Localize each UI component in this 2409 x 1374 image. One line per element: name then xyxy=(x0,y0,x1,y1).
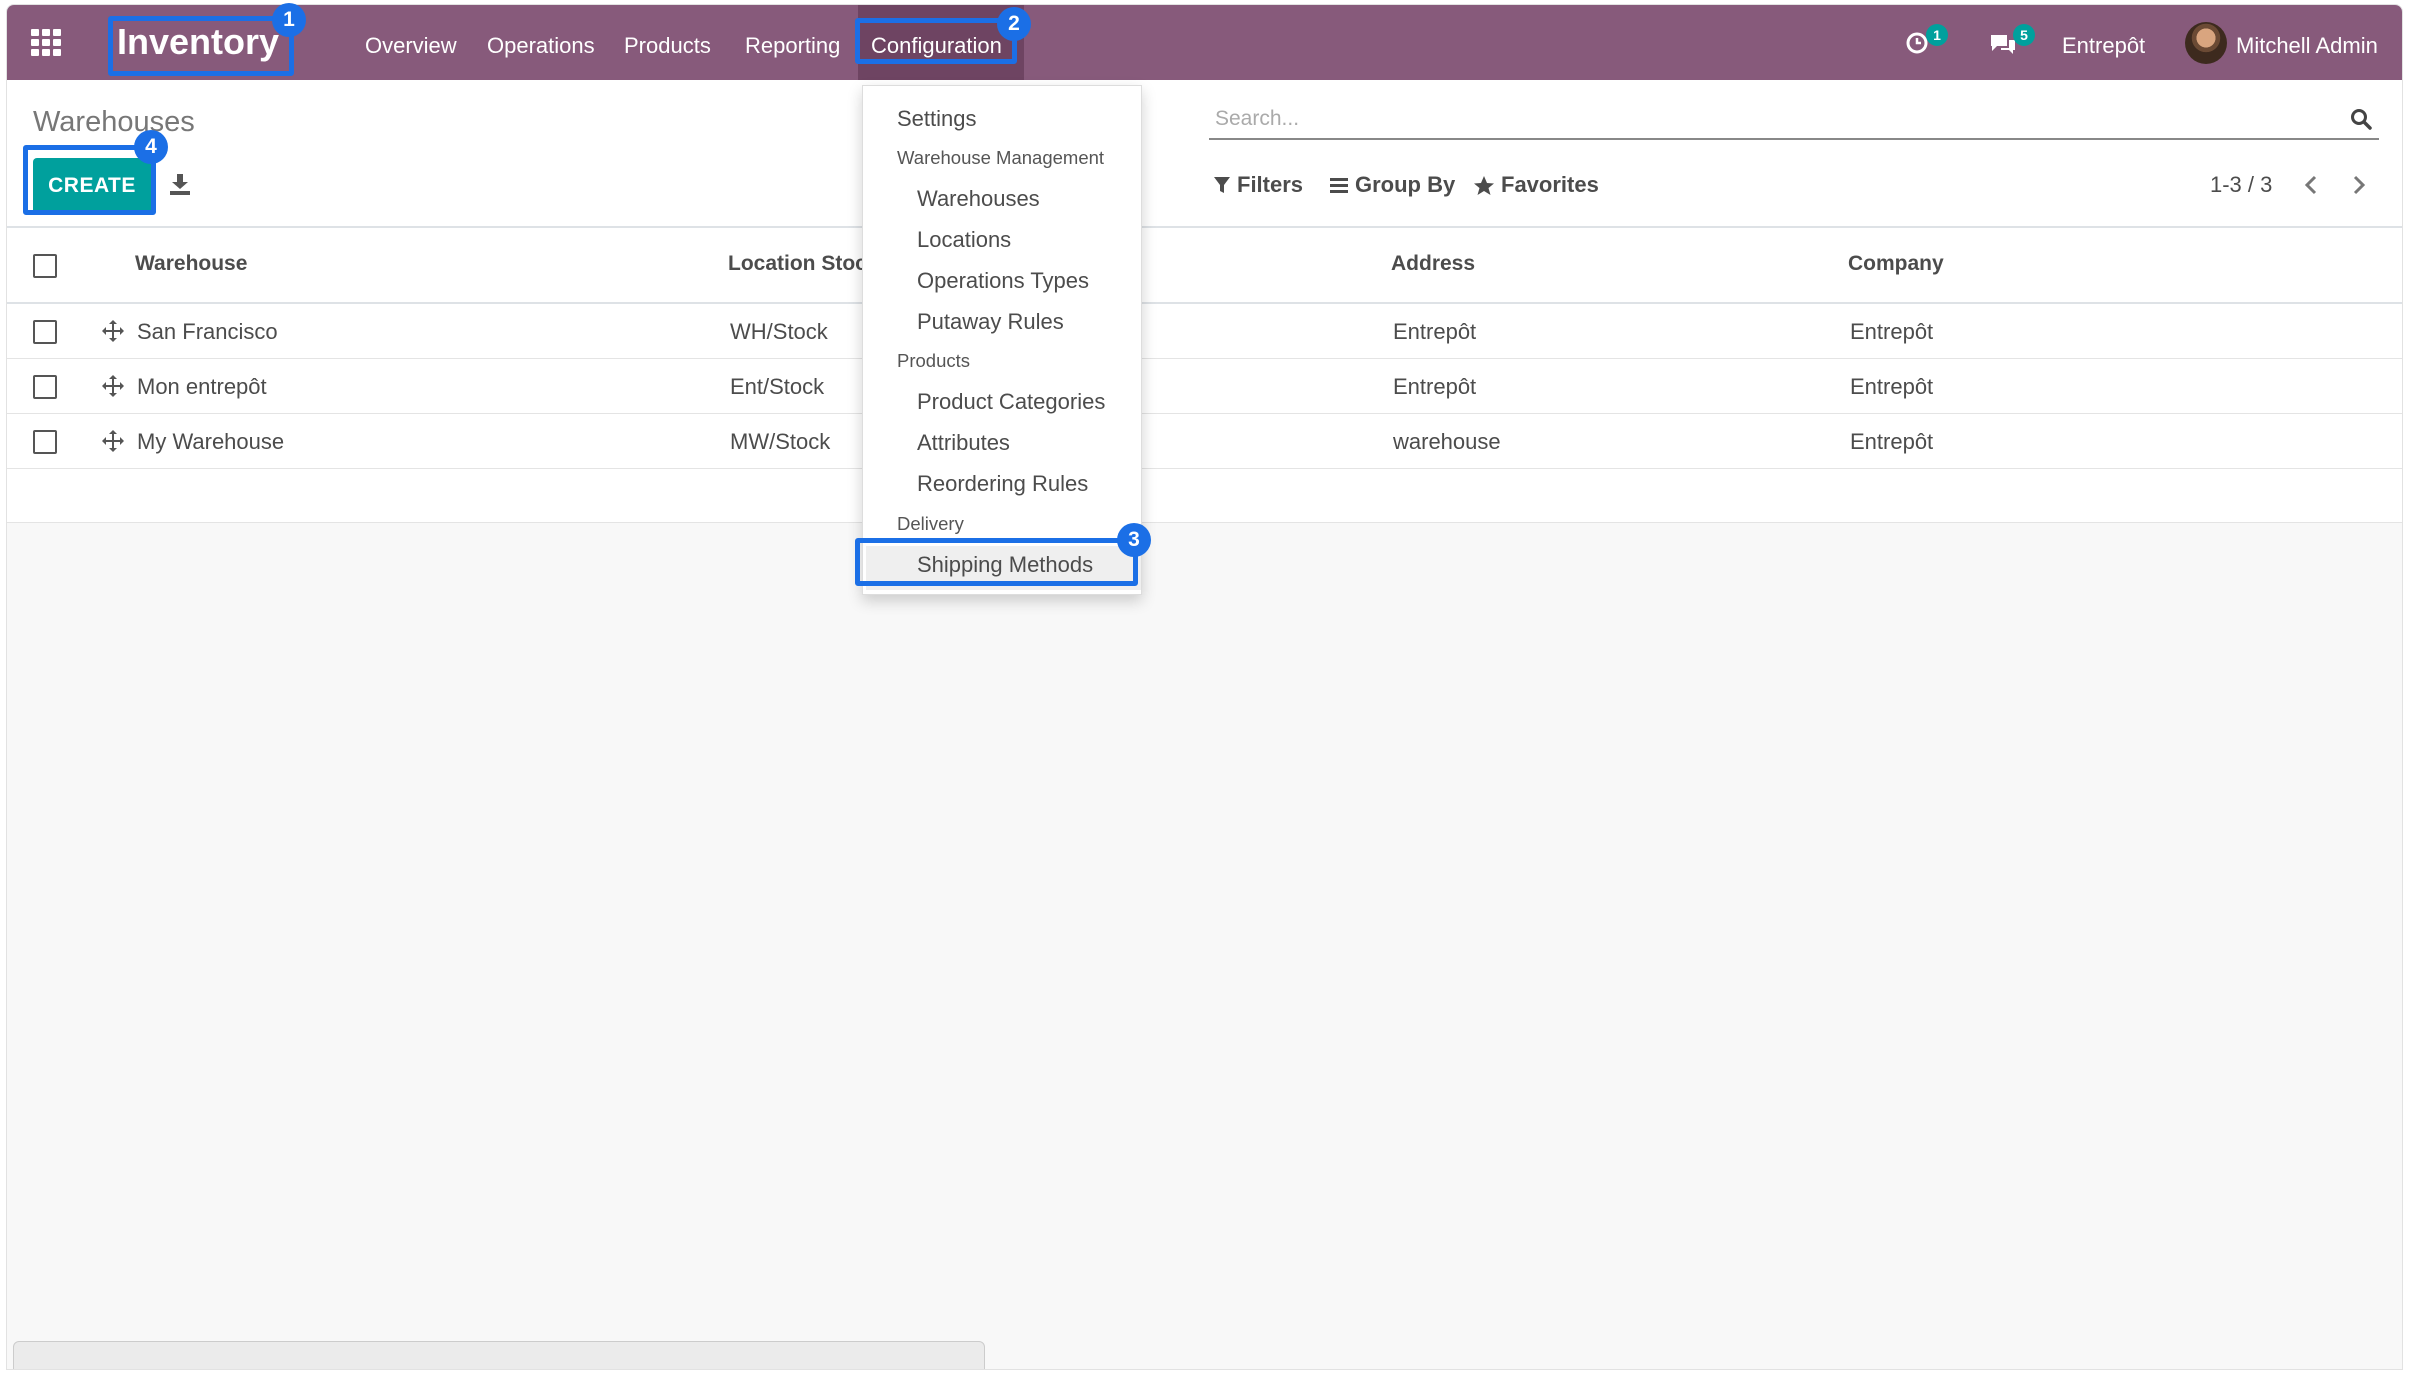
control-panel: Warehouses CREATE Filters Group By Favor… xyxy=(7,80,2402,228)
cell-location: MW/Stock xyxy=(730,429,831,454)
row-checkbox[interactable] xyxy=(33,430,57,454)
favorites-label: Favorites xyxy=(1501,172,1599,197)
select-all-checkbox[interactable] xyxy=(33,254,57,278)
filters-label: Filters xyxy=(1237,172,1304,197)
horizontal-scrollbar[interactable] xyxy=(13,1341,985,1369)
menu-item-warehouses[interactable]: Warehouses xyxy=(863,186,1141,212)
row-checkbox[interactable] xyxy=(33,375,57,399)
search-input[interactable] xyxy=(1215,104,2315,134)
filter-icon xyxy=(1214,177,1230,193)
menu-item-locations[interactable]: Locations xyxy=(863,227,1141,253)
cell-company: Entrepôt xyxy=(1850,319,1934,344)
cell-location: Ent/Stock xyxy=(730,374,825,399)
top-navbar: Inventory Overview Operations Products R… xyxy=(7,5,2402,80)
callout-number-2: 2 xyxy=(997,7,1031,41)
configuration-dropdown: Settings Warehouse Management Warehouses… xyxy=(862,85,1142,595)
callout-number-4: 4 xyxy=(134,130,168,164)
menu-item-putaway-rules[interactable]: Putaway Rules xyxy=(863,309,1141,335)
row-checkbox[interactable] xyxy=(33,320,57,344)
nav-configuration[interactable]: Configuration xyxy=(871,33,1002,59)
activity-badge: 1 xyxy=(1926,24,1948,46)
star-icon xyxy=(1474,175,1494,195)
nav-overview[interactable]: Overview xyxy=(365,33,457,59)
drag-handle-icon[interactable] xyxy=(101,319,125,343)
page-title: Warehouses xyxy=(33,106,195,138)
menu-section-delivery: Delivery xyxy=(897,513,964,534)
cell-company: Entrepôt xyxy=(1850,429,1934,454)
menu-item-settings[interactable]: Settings xyxy=(863,106,1141,132)
column-header-warehouse[interactable]: Warehouse xyxy=(135,252,247,276)
app-brand[interactable]: Inventory xyxy=(117,21,279,63)
group-by-button[interactable]: Group By xyxy=(1329,172,1455,198)
nav-operations[interactable]: Operations xyxy=(487,33,595,59)
cell-warehouse: My Warehouse xyxy=(137,429,285,454)
apps-menu-icon[interactable] xyxy=(31,29,61,56)
search-icon[interactable] xyxy=(2349,107,2373,131)
group-by-label: Group By xyxy=(1355,172,1456,197)
callout-number-1: 1 xyxy=(272,3,306,37)
filters-button[interactable]: Filters xyxy=(1213,172,1303,198)
favorites-button[interactable]: Favorites xyxy=(1473,172,1599,198)
cell-company: Entrepôt xyxy=(1850,374,1934,399)
cell-address: warehouse xyxy=(1393,429,1501,454)
nav-products[interactable]: Products xyxy=(624,33,711,59)
menu-item-attributes[interactable]: Attributes xyxy=(863,430,1141,456)
create-button[interactable]: CREATE xyxy=(33,158,151,214)
warehouse-list: Warehouse Location Stock Address Company… xyxy=(7,228,2402,523)
drag-handle-icon[interactable] xyxy=(101,374,125,398)
company-switcher[interactable]: Entrepôt xyxy=(2062,33,2145,59)
group-by-icon xyxy=(1330,178,1348,193)
app-window: Inventory Overview Operations Products R… xyxy=(6,4,2403,1370)
drag-handle-icon[interactable] xyxy=(101,429,125,453)
table-row[interactable]: My Warehouse MW/Stock warehouse Entrepôt xyxy=(7,414,2402,469)
chevron-right-icon[interactable] xyxy=(2347,174,2369,196)
cell-address: Entrepôt xyxy=(1393,374,1477,399)
cell-warehouse: San Francisco xyxy=(137,319,278,344)
user-menu[interactable]: Mitchell Admin xyxy=(2236,33,2378,59)
pager-value[interactable]: 1-3 / 3 xyxy=(2210,172,2272,198)
cell-location: WH/Stock xyxy=(730,319,828,344)
cell-address: Entrepôt xyxy=(1393,319,1477,344)
table-row[interactable]: Mon entrepôt Ent/Stock Entrepôt Entrepôt xyxy=(7,359,2402,414)
menu-item-shipping-methods[interactable]: Shipping Methods xyxy=(863,552,1141,578)
empty-table-row xyxy=(7,469,2402,523)
menu-item-reordering-rules[interactable]: Reordering Rules xyxy=(863,471,1141,497)
menu-section-warehouse-management: Warehouse Management xyxy=(897,147,1105,168)
menu-item-product-categories[interactable]: Product Categories xyxy=(863,389,1141,415)
chevron-left-icon[interactable] xyxy=(2301,174,2323,196)
callout-number-3: 3 xyxy=(1117,523,1151,557)
table-row[interactable]: San Francisco WH/Stock Entrepôt Entrepôt xyxy=(7,304,2402,359)
menu-item-operation-types[interactable]: Operations Types xyxy=(863,268,1141,294)
column-header-company[interactable]: Company xyxy=(1848,252,1944,276)
table-header: Warehouse Location Stock Address Company xyxy=(7,228,2402,304)
cell-warehouse: Mon entrepôt xyxy=(137,374,267,399)
menu-section-products: Products xyxy=(897,350,971,371)
column-header-address[interactable]: Address xyxy=(1391,252,1475,276)
column-header-location[interactable]: Location Stock xyxy=(728,252,879,276)
messages-badge: 5 xyxy=(2013,24,2035,46)
search-bar xyxy=(1209,100,2379,140)
nav-reporting[interactable]: Reporting xyxy=(745,33,840,59)
download-icon[interactable] xyxy=(169,172,191,196)
user-avatar[interactable] xyxy=(2185,22,2227,64)
